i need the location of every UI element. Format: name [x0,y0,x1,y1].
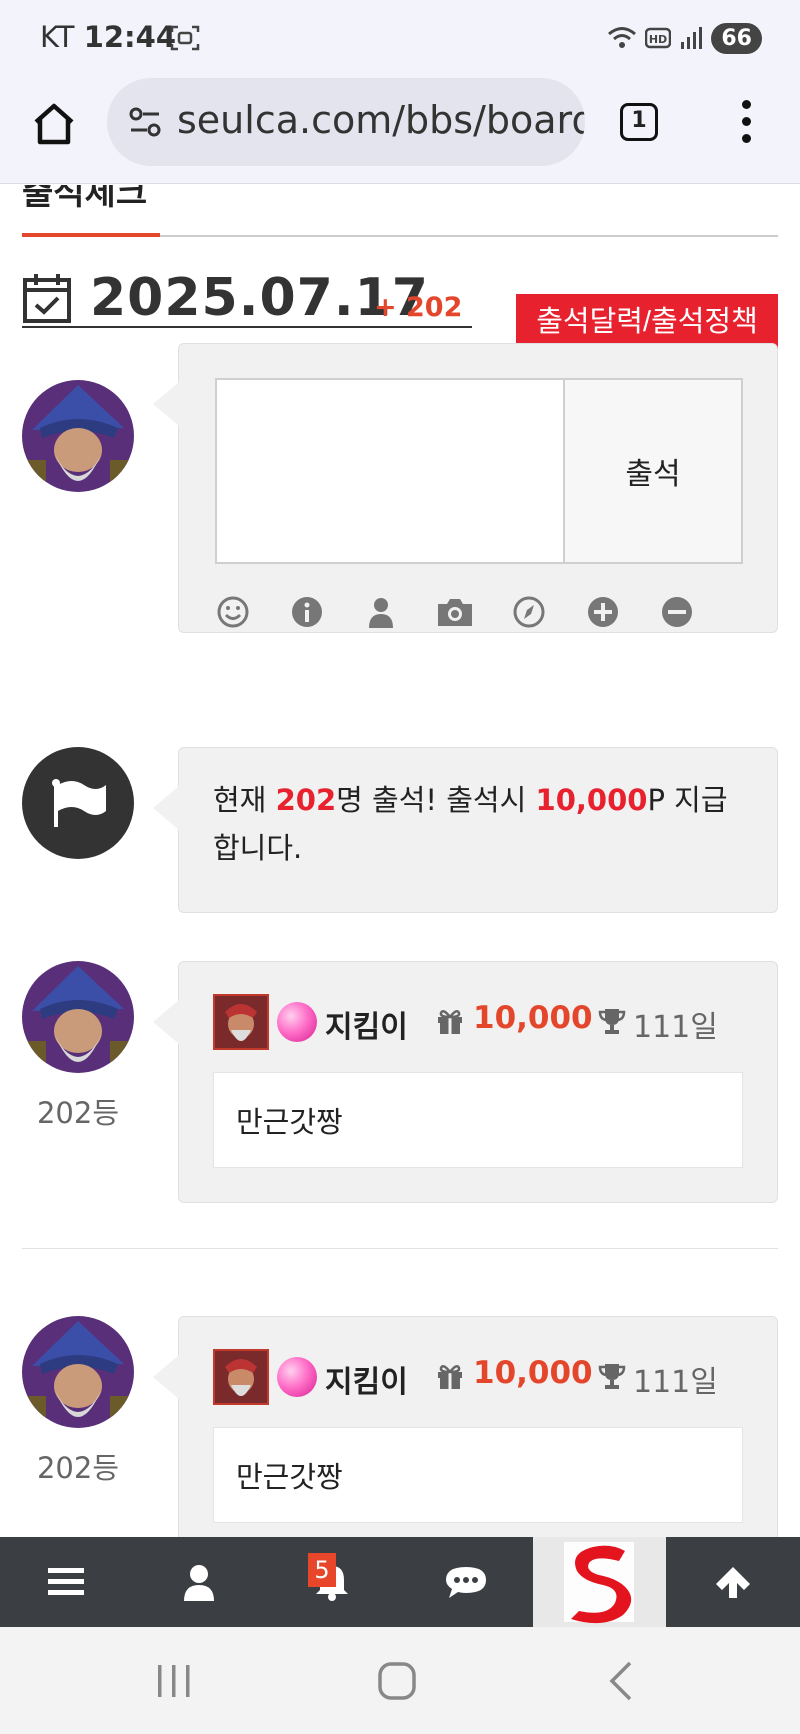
home-icon[interactable] [30,100,78,148]
gift-icon [438,1364,462,1389]
battery-indicator: 66 [711,22,762,54]
compass-icon[interactable] [511,594,547,630]
reward-points: 10,000 [473,1000,593,1036]
date-header: 2025.07.17 + 202 [22,268,472,328]
consecutive-days: 111일 [633,1365,718,1400]
comment-text: 만근갓짱 [236,1460,343,1494]
hero-portrait-image [215,996,267,1048]
plus-icon[interactable] [585,594,621,630]
wizard-avatar-image [22,380,134,492]
nickname[interactable]: 지킴이 [325,1002,408,1046]
status-bar: KT 12:44 HD 66 [0,0,800,76]
section-title: 출석체크 [22,185,148,213]
url-text[interactable]: seulca.com/bbs/board [177,98,585,142]
hd-icon: HD [645,27,672,49]
trophy-icon [598,1009,626,1034]
nickname[interactable]: 지킴이 [325,1357,408,1401]
avatar[interactable] [22,1316,134,1428]
minus-icon[interactable] [659,594,695,630]
mini-avatar [213,994,269,1050]
menu-button[interactable] [0,1537,132,1627]
notice-count: 202 [275,783,337,817]
attendance-entry: 지킴이 10,000 111일 만근갓짱 [153,961,778,1203]
clock: 12:44 [83,20,177,54]
signal-icon [681,27,703,49]
s-logo-icon [564,1542,634,1624]
camera-icon[interactable] [435,594,475,630]
info-icon[interactable] [289,594,325,630]
gift-icon [438,1009,462,1034]
attendance-rank: 202등 [36,1451,120,1485]
comment-text: 만근갓짱 [236,1105,343,1139]
tab-switcher-button[interactable]: 1 [620,103,658,141]
divider [22,1248,778,1249]
hamburger-icon [48,1568,84,1595]
chat-button[interactable] [400,1537,532,1627]
wizard-avatar-image [22,961,134,1073]
attendance-notice-card: 현재 202명 출석! 출석시 10,000P 지급합니다. [153,747,778,913]
avatar [22,380,134,492]
notification-badge: 5 [308,1553,336,1587]
home-nav-icon[interactable] [375,1659,419,1703]
reward-points: 10,000 [473,1355,593,1391]
overflow-menu-icon[interactable] [735,98,759,146]
attendance-write-card: 출석 [153,343,778,634]
wifi-icon [608,27,637,48]
arrow-up-icon [716,1567,750,1598]
attend-button[interactable]: 출석 [565,380,741,562]
smile-icon[interactable] [215,594,251,630]
wizard-avatar-image [22,1316,134,1428]
flag-icon [52,779,106,827]
address-bar[interactable]: seulca.com/bbs/board [107,78,585,166]
notice-prefix: 현재 [213,783,276,817]
carrier-time: KT 12:44 [40,20,176,54]
trophy-icon [598,1364,626,1389]
notice-points: 10,000 [535,783,648,817]
entry-header: 지킴이 10,000 111일 [213,994,753,1050]
attendance-entry: 지킴이 10,000 111일 만근갓짱 [153,1316,778,1537]
profile-button[interactable] [133,1537,265,1627]
user-icon[interactable] [363,594,399,630]
user-icon [184,1565,214,1601]
screenshot-icon [170,25,200,51]
attendance-count: + 202 [374,292,463,323]
entry-comment: 만근갓짱 [213,1072,743,1168]
entry-header: 지킴이 10,000 111일 [213,1349,753,1405]
site-settings-icon[interactable] [127,104,163,140]
notice-avatar [22,747,134,859]
avatar[interactable] [22,961,134,1073]
calendar-check-icon [23,274,71,323]
chat-icon [446,1567,486,1598]
attendance-calendar-button[interactable]: 출석달력/출석정책 [516,294,778,350]
scroll-top-button[interactable] [667,1537,799,1627]
page-content: 출석체크 2025.07.17 + 202 출석달력/출석정책 출석 현재 20… [0,185,800,1537]
site-logo[interactable] [533,1537,666,1627]
mini-avatar [213,1349,269,1405]
consecutive-days: 111일 [633,1010,718,1045]
carrier-label: KT [40,20,75,54]
bottom-toolbar: 5 [0,1537,800,1627]
recent-apps-icon[interactable] [152,1659,196,1703]
title-underline [22,233,160,237]
comment-textarea[interactable] [217,380,565,562]
entry-comment: 만근갓짱 [213,1427,743,1523]
level-gem-icon [277,1002,317,1042]
system-navigation-bar [0,1627,800,1734]
notice-middle: 명 출석! 출석시 [336,783,536,817]
svg-text:HD: HD [649,33,667,46]
editor-toolbar [215,594,743,634]
hero-portrait-image [215,1351,267,1403]
attendance-notice: 현재 202명 출석! 출석시 10,000P 지급합니다. [213,776,743,872]
attendance-rank: 202등 [36,1096,120,1130]
level-gem-icon [277,1357,317,1397]
back-icon[interactable] [600,1659,644,1703]
comment-form: 출석 [215,378,743,564]
browser-toolbar: seulca.com/bbs/board 1 [0,76,800,184]
